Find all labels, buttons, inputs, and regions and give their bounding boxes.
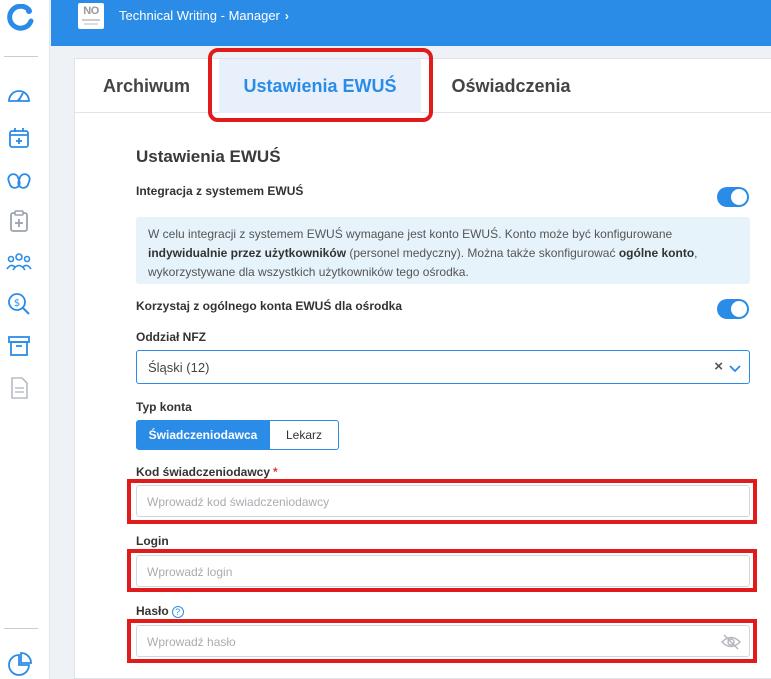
logo-icon[interactable] [7,4,35,32]
sidebar-divider [4,56,38,57]
pie-chart-icon[interactable] [6,652,32,678]
account-type-label: Typ konta [136,400,192,414]
highlight-tab-ewus [208,48,433,122]
chevron-down-icon[interactable] [728,361,742,375]
shared-account-label: Korzystaj z ogólnego konta EWUŚ dla ośro… [136,299,403,313]
people-icon[interactable] [6,249,32,275]
calendar-add-icon[interactable] [6,125,32,151]
dashboard-gauge-icon[interactable] [6,83,32,109]
tab-archiwum[interactable]: Archiwum [75,59,218,113]
left-sidebar: $ [0,0,50,679]
provider-code-label-text: Kod świadczeniodawcy [136,465,271,479]
provider-code-label: Kod świadczeniodawcy * [136,465,278,479]
info-text: W celu integracji z systemem EWUŚ wymaga… [148,227,673,241]
login-label: Login [136,534,169,548]
integration-toggle[interactable] [717,187,749,207]
account-type-doctor-button[interactable]: Lekarz [270,420,339,450]
password-label: Hasło? [136,604,184,618]
breadcrumb-label: Technical Writing - Manager [119,8,280,23]
nfz-label: Oddział NFZ [136,330,206,344]
account-type-provider-button[interactable]: Świadczeniodawca [136,420,270,450]
integration-label: Integracja z systemem EWUŚ [136,184,304,198]
clipboard-add-icon[interactable] [6,208,32,234]
highlight-login [127,549,757,592]
account-type-toggle-group: Świadczeniodawca Lekarz [136,420,339,450]
section-title: Ustawienia EWUŚ [136,147,281,166]
chevron-right-icon: › [284,8,289,23]
sidebar-divider [4,628,38,629]
document-icon[interactable] [6,375,32,401]
highlight-provider-code [127,479,757,524]
password-label-text: Hasło [136,604,169,618]
breadcrumb[interactable]: Technical Writing - Manager › [119,8,289,23]
highlight-password [127,619,757,663]
logo-line [84,23,98,25]
finance-search-icon[interactable]: $ [6,291,32,317]
required-mark: * [273,465,278,479]
tab-oswiadczenia[interactable]: Oświadczenia [421,59,601,113]
shared-account-toggle[interactable] [717,299,749,319]
logo-line [82,19,100,21]
organization-logo[interactable]: NO [78,3,104,29]
info-bold-individual: indywidualnie przez użytkowników [148,246,347,260]
nfz-selected-value: Śląski (12) [148,360,210,375]
svg-text:$: $ [14,298,20,309]
info-text: (personel medyczny). Można także skonfig… [346,246,619,260]
organization-logo-text: NO [83,5,99,17]
info-bold-general: ogólne konto [618,246,695,260]
top-bar: NO Technical Writing - Manager › [51,0,771,46]
info-box: W celu integracji z systemem EWUŚ wymaga… [136,217,750,284]
help-icon[interactable]: ? [171,606,184,618]
pills-icon[interactable] [6,166,32,192]
nfz-select[interactable]: Śląski (12) × [136,350,750,384]
clear-icon[interactable]: × [714,358,723,375]
archive-box-icon[interactable] [6,333,32,359]
